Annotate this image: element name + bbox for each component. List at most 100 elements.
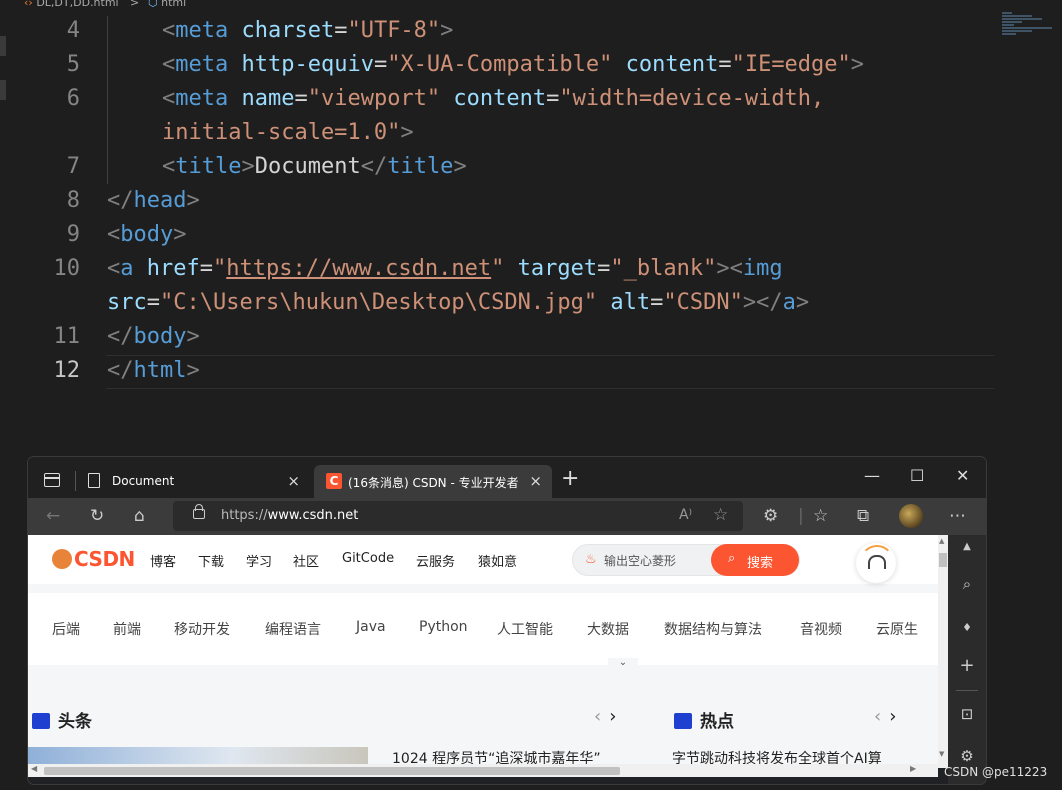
breadcrumb-tag[interactable]: ⬡ html — [148, 0, 186, 8]
refresh-icon[interactable]: ↻ — [90, 506, 104, 526]
logo-text: CSDN — [74, 547, 135, 571]
tab-actions-icon[interactable] — [44, 473, 60, 487]
nav-link[interactable]: 博客 — [150, 551, 176, 570]
code-line[interactable]: <body> — [107, 222, 186, 247]
back-icon[interactable]: ← — [46, 506, 60, 526]
breadcrumb: ‹› DL,DT,DD.html > ⬡ html — [0, 0, 1062, 12]
line-number: 11 — [53, 324, 81, 349]
carousel-arrows[interactable]: ‹ › — [594, 706, 616, 727]
expand-categories-icon[interactable]: ⌄ — [608, 658, 638, 668]
nav-link[interactable]: 云服务 — [416, 551, 455, 570]
url-text[interactable]: https://www.csdn.net — [221, 508, 358, 523]
address-bar[interactable]: https://www.csdn.net A⁾ ☆ — [173, 501, 743, 531]
lock-icon[interactable] — [193, 504, 205, 519]
add-favorite-icon[interactable]: ☆ — [713, 505, 728, 525]
headlines-icon — [32, 713, 50, 729]
gutter-marker — [0, 80, 6, 100]
divider: | — [798, 506, 804, 526]
close-tab-button[interactable]: × — [287, 472, 300, 490]
nav-link[interactable]: 学习 — [246, 551, 272, 570]
extensions-icon[interactable]: ⚙ — [763, 506, 778, 526]
scroll-down-icon[interactable]: ▼ — [939, 750, 944, 758]
category-link[interactable]: 前端 — [113, 619, 141, 639]
scroll-thumb[interactable] — [939, 553, 947, 567]
settings-icon[interactable]: ⚙ — [948, 747, 986, 765]
category-link[interactable]: Java — [356, 619, 386, 635]
search-icon: ⌕ — [728, 551, 736, 566]
breadcrumb-file[interactable]: ‹› DL,DT,DD.html — [24, 0, 119, 8]
nav-link[interactable]: 猿如意 — [478, 551, 517, 570]
section-title-headlines: 头条 — [32, 707, 92, 732]
category-link[interactable]: Python — [419, 619, 468, 635]
line-number: 5 — [66, 52, 80, 77]
horizontal-scrollbar[interactable]: ◀ ▶ — [28, 764, 938, 777]
code-line[interactable]: </head> — [107, 188, 200, 213]
search-button[interactable]: ⌕ 搜索 — [711, 544, 799, 576]
line-number: 7 — [66, 154, 80, 179]
close-tab-button[interactable]: × — [529, 472, 542, 490]
section-label: 热点 — [700, 712, 734, 732]
discover-icon[interactable]: ♦ — [948, 621, 986, 634]
line-number: 10 — [53, 256, 81, 281]
close-window-button[interactable]: ✕ — [956, 466, 969, 485]
read-aloud-icon[interactable]: A⁾ — [679, 507, 692, 523]
nav-link[interactable]: 社区 — [293, 551, 319, 570]
scroll-left-icon[interactable]: ◀ — [31, 764, 37, 773]
line-number: 6 — [66, 86, 80, 111]
category-link[interactable]: 数据结构与算法 — [664, 619, 762, 639]
minimize-button[interactable]: — — [864, 466, 880, 485]
web-page: CSDN 博客 下载 学习 社区 GitCode 云服务 猿如意 ♨ 输出空心菱… — [28, 535, 938, 768]
nav-link[interactable]: GitCode — [342, 551, 394, 566]
collections-icon[interactable]: ⧉ — [857, 506, 869, 526]
csdn-favicon-icon: C — [326, 473, 342, 489]
favorites-icon[interactable]: ☆ — [813, 506, 828, 526]
category-link[interactable]: 云原生 — [876, 619, 918, 639]
edge-sidebar: ▲ ⌕ ♦ + ⊡ ⚙ — [948, 535, 986, 784]
category-link[interactable]: 后端 — [52, 619, 80, 639]
customer-service-icon[interactable] — [856, 543, 896, 583]
scroll-thumb[interactable] — [44, 767, 620, 775]
line-number: 8 — [66, 188, 80, 213]
divider — [75, 471, 76, 491]
document-icon — [88, 473, 100, 488]
vertical-scrollbar[interactable]: ▲ ▼ — [938, 535, 948, 768]
split-screen-icon[interactable]: ⊡ — [948, 705, 986, 723]
minimap[interactable] — [1002, 12, 1058, 42]
scroll-right-icon[interactable]: ▶ — [910, 764, 916, 773]
code-line-wrap[interactable]: src="C:\Users\hukun\Desktop\CSDN.jpg" al… — [107, 290, 809, 315]
section-title-hot: 热点 — [674, 707, 734, 732]
code-line[interactable]: </body> — [107, 324, 200, 349]
category-link[interactable]: 人工智能 — [497, 619, 553, 639]
new-tab-button[interactable]: + — [561, 466, 579, 491]
category-link[interactable]: 音视频 — [800, 619, 842, 639]
maximize-button[interactable]: ☐ — [910, 466, 924, 485]
breadcrumb-file-label: DL,DT,DD.html — [36, 0, 119, 9]
code-line[interactable]: <meta http-equiv="X-UA-Compatible" conte… — [162, 52, 864, 77]
code-line[interactable]: <meta charset="UTF-8"> — [162, 18, 453, 43]
category-link[interactable]: 移动开发 — [174, 619, 230, 639]
category-link[interactable]: 编程语言 — [265, 619, 321, 639]
indent-guide — [107, 16, 108, 184]
collapse-sidebar-icon[interactable]: ▲ — [948, 541, 986, 552]
code-line[interactable]: <meta name="viewport" content="width=dev… — [162, 86, 824, 111]
code-line[interactable]: <title>Document</title> — [162, 154, 467, 179]
csdn-logo[interactable]: CSDN — [52, 547, 135, 571]
carousel-arrows[interactable]: ‹ › — [874, 706, 896, 727]
search-icon[interactable]: ⌕ — [948, 575, 986, 593]
code-line-wrap[interactable]: initial-scale=1.0"> — [162, 120, 414, 145]
home-icon[interactable]: ⌂ — [134, 506, 145, 526]
tab-title: Document — [112, 474, 175, 488]
tab-csdn[interactable]: C (16条消息) CSDN - 专业开发者社 × — [314, 465, 552, 498]
profile-avatar[interactable] — [899, 504, 923, 528]
nav-link[interactable]: 下载 — [198, 551, 224, 570]
scroll-up-icon[interactable]: ▲ — [939, 537, 944, 545]
category-link[interactable]: 大数据 — [587, 619, 629, 639]
code-line[interactable]: </html> — [107, 358, 200, 383]
cube-icon: ⬡ — [148, 0, 158, 9]
code-line[interactable]: <a href="https://www.csdn.net" target="_… — [107, 256, 783, 281]
add-icon[interactable]: + — [948, 655, 986, 676]
tab-document[interactable]: Document × — [78, 465, 310, 498]
code-link[interactable]: https://www.csdn.net — [226, 256, 491, 281]
more-menu-icon[interactable]: ⋯ — [949, 506, 966, 526]
current-line-highlight — [106, 355, 994, 389]
